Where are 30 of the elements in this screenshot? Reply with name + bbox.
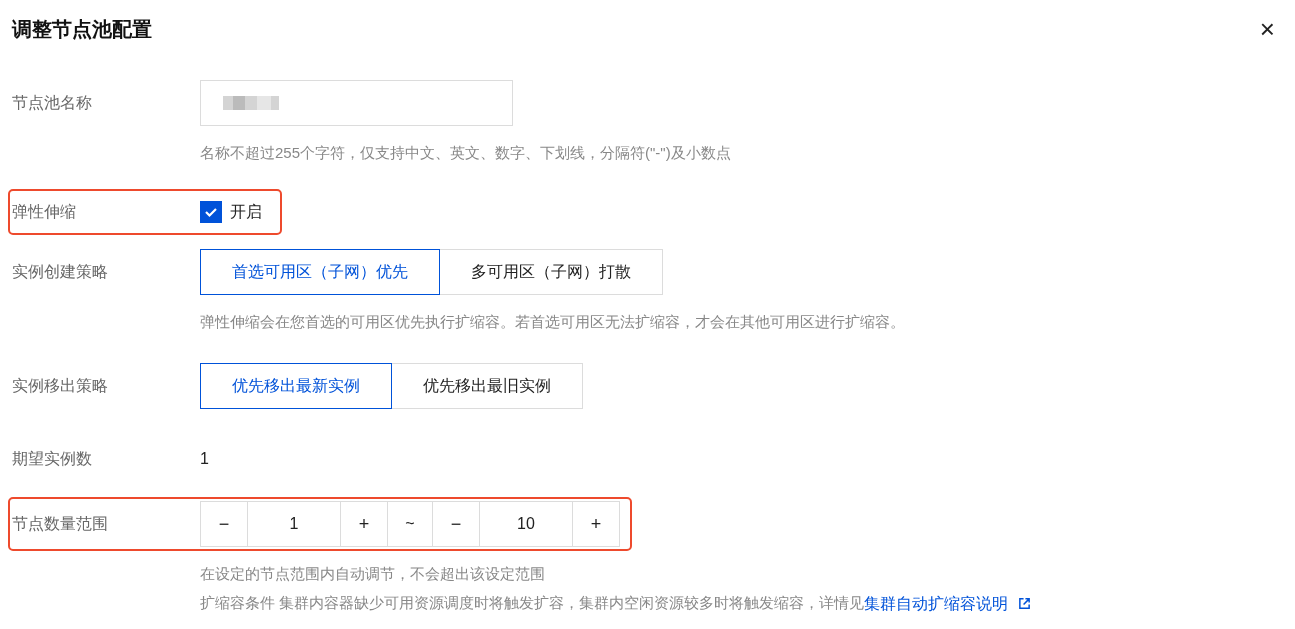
- hint-text: 名称不超过255个字符，仅支持中文、英文、数字、下划线，分隔符("-")及小数点: [200, 143, 732, 163]
- field-label: 弹性伸缩: [12, 201, 77, 222]
- desired-count: 1: [200, 449, 209, 469]
- checkbox[interactable]: [200, 200, 222, 223]
- range-separator: ~: [388, 501, 432, 547]
- segment-option[interactable]: 多可用区（子网）打散: [439, 248, 663, 295]
- checkbox-label: 开启: [230, 201, 262, 222]
- field-label: 节点数量范围: [12, 514, 109, 534]
- segment-option[interactable]: 优先移出最新实例: [200, 363, 392, 409]
- field-label: 实例移出策略: [12, 376, 109, 396]
- close-button[interactable]: ×: [1259, 16, 1275, 42]
- dialog-title: 调整节点池配置: [12, 17, 152, 42]
- segment-option[interactable]: 首选可用区（子网）优先: [200, 248, 440, 295]
- increment-button[interactable]: +: [340, 501, 388, 547]
- field-label: 节点池名称: [12, 93, 93, 113]
- condition-text: 扩缩容条件 集群内容器缺少可用资源调度时将触发扩容，集群内空闲资源较多时将触发缩容，详情见: [200, 593, 865, 614]
- increment-button[interactable]: +: [572, 501, 620, 547]
- number-field[interactable]: 1: [248, 501, 340, 547]
- decrement-button[interactable]: −: [200, 501, 248, 547]
- segment-option[interactable]: 优先移出最旧实例: [391, 363, 583, 409]
- name-field[interactable]: [200, 80, 513, 126]
- field-label: 实例创建策略: [12, 261, 109, 282]
- field-label: 期望实例数: [12, 449, 93, 469]
- decrement-button[interactable]: −: [432, 501, 480, 547]
- help-link[interactable]: 集群自动扩缩容说明: [864, 591, 1009, 616]
- number-field[interactable]: 10: [480, 501, 572, 547]
- external-link-icon: [1018, 597, 1032, 610]
- hint-text: 在设定的节点范围内自动调节，不会超出该设定范围: [200, 564, 546, 584]
- hint-text: 弹性伸缩会在您首选的可用区优先执行扩缩容。若首选可用区无法扩缩容，才会在其他可用区进行扩缩容。: [200, 311, 906, 332]
- blurred-value-icon: [223, 96, 279, 110]
